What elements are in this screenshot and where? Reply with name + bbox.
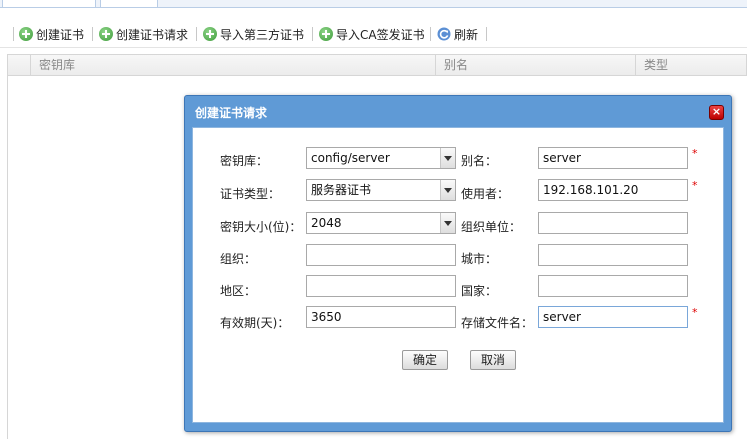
keystore-label: 密钥库：: [220, 154, 269, 168]
column-header-alias[interactable]: 别名: [435, 55, 635, 75]
toolbar-separator: [13, 27, 14, 41]
create-cert-request-dialog: 创建证书请求 × 密钥库： config/server 别名： server *…: [184, 95, 732, 432]
create-cert-label: 创建证书: [36, 27, 85, 42]
toolbar-separator: [312, 27, 313, 41]
region-label: 地区：: [220, 284, 257, 298]
alias-required-mark: *: [692, 147, 698, 160]
alias-input[interactable]: server: [538, 147, 688, 169]
toolbar-separator: [430, 27, 431, 41]
ok-button[interactable]: 确定: [402, 350, 448, 370]
country-label: 国家：: [461, 284, 498, 298]
user-input[interactable]: 192.168.101.20: [538, 179, 688, 201]
import-third-party-label: 导入第三方证书: [220, 27, 305, 42]
key-size-label: 密钥大小(位)：: [220, 220, 302, 234]
keystore-value: config/server: [311, 151, 390, 165]
create-cert-request-button[interactable]: 创建证书请求: [99, 25, 188, 43]
plus-circle-icon: [319, 27, 333, 41]
keystore-select[interactable]: config/server: [306, 147, 456, 169]
close-icon[interactable]: ×: [709, 105, 724, 120]
tab-right[interactable]: [100, 0, 158, 8]
org-unit-label: 组织单位：: [461, 220, 522, 234]
user-required-mark: *: [692, 179, 698, 192]
plus-circle-icon: [19, 27, 33, 41]
key-size-value: 2048: [311, 216, 342, 230]
refresh-label: 刷新: [454, 27, 479, 42]
grid-header: 密钥库 别名 类型: [7, 54, 747, 76]
import-third-party-button[interactable]: 导入第三方证书: [203, 25, 304, 43]
cert-type-select[interactable]: 服务器证书: [306, 179, 456, 201]
toolbar-separator: [196, 27, 197, 41]
store-filename-label: 存储文件名：: [461, 316, 534, 330]
create-cert-button[interactable]: 创建证书: [19, 25, 84, 43]
refresh-button[interactable]: 刷新: [437, 25, 478, 43]
column-header-keystore[interactable]: 密钥库: [30, 55, 435, 75]
store-filename-input[interactable]: server: [538, 306, 688, 328]
create-cert-request-label: 创建证书请求: [116, 27, 189, 42]
alias-label: 别名：: [461, 154, 498, 168]
plus-circle-icon: [203, 27, 217, 41]
chevron-down-icon: [440, 148, 455, 168]
toolbar-separator: [92, 27, 93, 41]
import-ca-signed-label: 导入CA签发证书: [336, 27, 425, 42]
region-input[interactable]: [306, 275, 456, 297]
validity-label: 有效期(天)：: [220, 316, 290, 330]
cancel-button[interactable]: 取消: [470, 350, 516, 370]
city-input[interactable]: [538, 244, 688, 266]
dialog-body: 密钥库： config/server 别名： server * 证书类型： 服务…: [192, 127, 724, 423]
store-filename-required-mark: *: [692, 306, 698, 319]
city-label: 城市：: [461, 252, 498, 266]
dialog-title: 创建证书请求: [195, 106, 268, 120]
import-ca-signed-button[interactable]: 导入CA签发证书: [319, 25, 425, 43]
tab-left[interactable]: [2, 0, 96, 8]
cert-type-value: 服务器证书: [311, 183, 372, 197]
toolbar-separator: [486, 27, 487, 41]
key-size-select[interactable]: 2048: [306, 212, 456, 234]
org-unit-input[interactable]: [538, 212, 688, 234]
validity-input[interactable]: 3650: [306, 306, 456, 328]
country-input[interactable]: [538, 275, 688, 297]
toolbar: 创建证书 创建证书请求 导入第三方证书 导入CA签发证书 刷新: [0, 20, 747, 48]
cert-type-label: 证书类型：: [220, 187, 281, 201]
chevron-down-icon: [440, 180, 455, 200]
refresh-icon: [437, 27, 451, 41]
user-label: 使用者：: [461, 187, 510, 201]
org-input[interactable]: [306, 244, 456, 266]
plus-circle-icon: [99, 27, 113, 41]
chevron-down-icon: [440, 213, 455, 233]
org-label: 组织：: [220, 252, 257, 266]
tab-strip: [0, 0, 747, 8]
column-header-type[interactable]: 类型: [635, 55, 746, 75]
